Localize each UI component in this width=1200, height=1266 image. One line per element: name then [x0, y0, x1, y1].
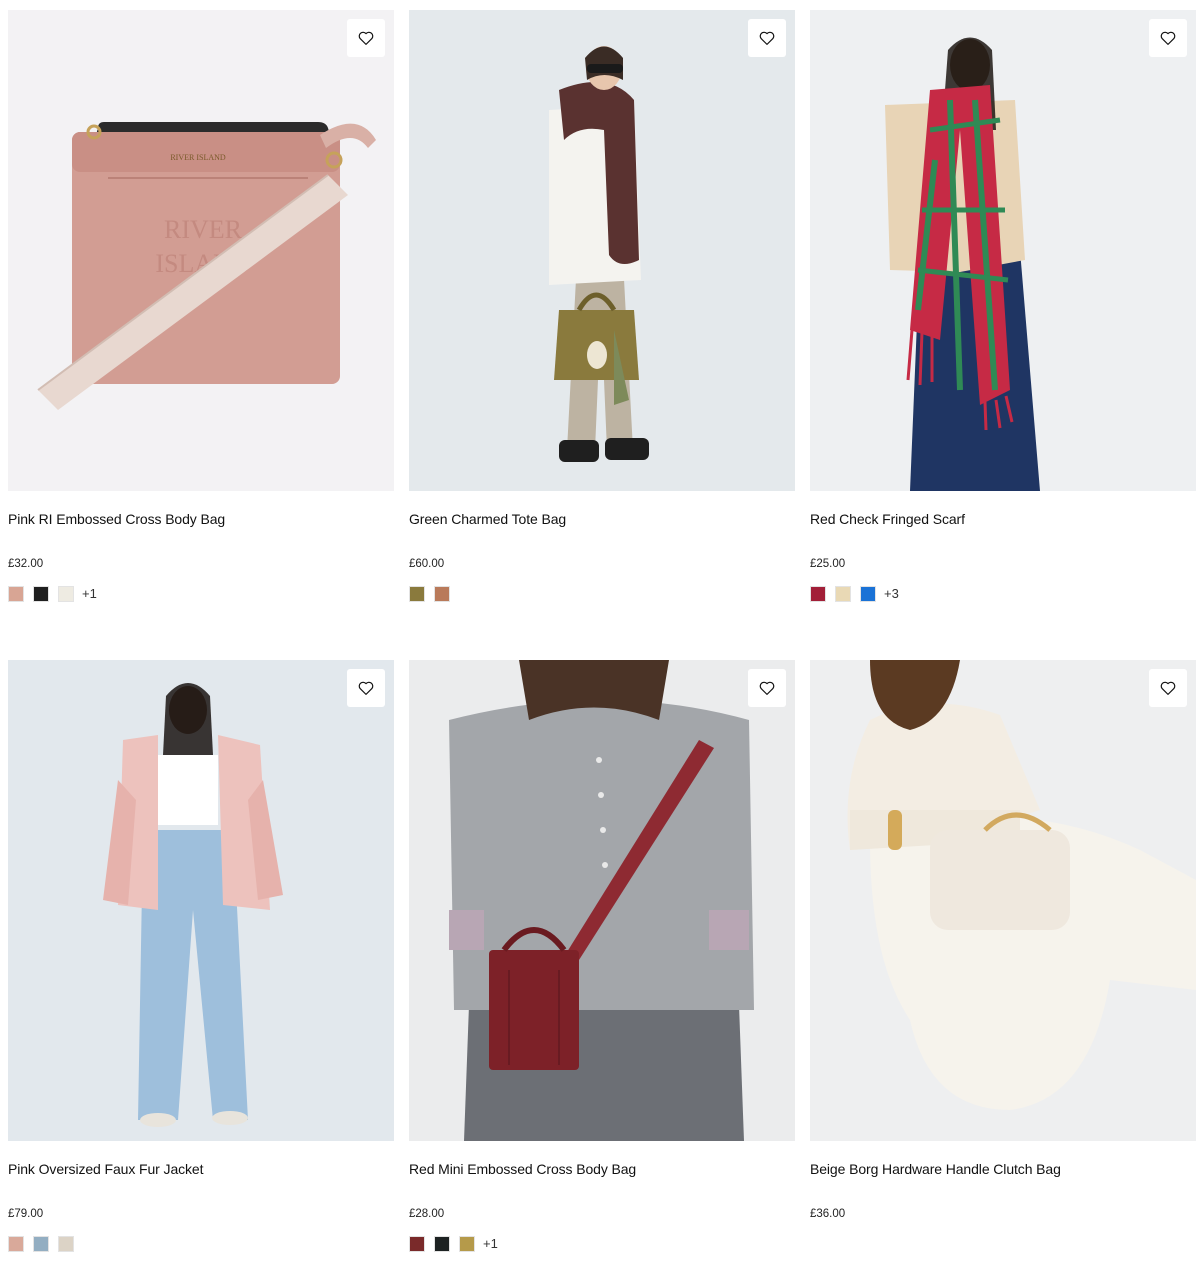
color-swatch[interactable]: [835, 585, 851, 602]
color-swatch[interactable]: [33, 585, 49, 602]
svg-text:RIVER: RIVER: [164, 215, 243, 244]
heart-outline-icon: [1160, 681, 1176, 695]
wishlist-button[interactable]: [1149, 669, 1187, 707]
product-price: £28.00: [409, 1208, 445, 1220]
product-image[interactable]: [409, 10, 795, 491]
color-swatch[interactable]: [434, 585, 450, 602]
color-swatches: [409, 585, 795, 602]
wishlist-button[interactable]: [748, 669, 786, 707]
color-swatch[interactable]: [860, 585, 876, 602]
product-price: £36.00: [810, 1208, 846, 1220]
product-card[interactable]: RIVER ISLAND RIVER ISLAND Pink RI Emboss…: [8, 10, 394, 602]
product-image[interactable]: [810, 10, 1196, 491]
color-swatch[interactable]: [459, 1235, 475, 1252]
heart-outline-icon: [759, 681, 775, 695]
color-swatch[interactable]: [58, 1235, 74, 1252]
color-swatch[interactable]: [434, 1235, 450, 1252]
product-card[interactable]: Green Charmed Tote Bag £60.00: [409, 10, 795, 602]
color-swatches: [8, 1235, 394, 1252]
product-photo-bag: RIVER ISLAND RIVER ISLAND: [8, 10, 394, 491]
product-card[interactable]: Red Check Fringed Scarf £25.00 +3: [810, 10, 1196, 602]
color-swatch[interactable]: [409, 585, 425, 602]
color-swatch[interactable]: [810, 585, 826, 602]
product-name[interactable]: Pink RI Embossed Cross Body Bag: [8, 510, 394, 528]
product-name[interactable]: Red Mini Embossed Cross Body Bag: [409, 1160, 795, 1178]
wishlist-button[interactable]: [748, 19, 786, 57]
product-photo-model-mini-bag: [409, 660, 795, 1141]
color-swatches: [810, 1235, 1196, 1252]
product-card[interactable]: Beige Borg Hardware Handle Clutch Bag £3…: [810, 660, 1196, 1252]
color-swatch[interactable]: [409, 1235, 425, 1252]
color-swatches: +1: [8, 585, 394, 602]
product-image[interactable]: RIVER ISLAND RIVER ISLAND: [8, 10, 394, 491]
product-name[interactable]: Pink Oversized Faux Fur Jacket: [8, 1160, 394, 1178]
color-swatch[interactable]: [58, 585, 74, 602]
color-swatch[interactable]: [33, 1235, 49, 1252]
product-photo-model-scarf: [810, 10, 1196, 491]
color-swatches: +3: [810, 585, 1196, 602]
product-card[interactable]: Red Mini Embossed Cross Body Bag £28.00 …: [409, 660, 795, 1252]
more-colors-count[interactable]: +3: [884, 586, 899, 601]
product-price: £60.00: [409, 558, 445, 570]
product-name[interactable]: Green Charmed Tote Bag: [409, 510, 795, 528]
product-price: £79.00: [8, 1208, 44, 1220]
product-photo-model-tote: [409, 10, 795, 491]
heart-outline-icon: [759, 31, 775, 45]
product-image[interactable]: [409, 660, 795, 1141]
product-photo-model-clutch: [810, 660, 1196, 1141]
more-colors-count[interactable]: +1: [82, 586, 97, 601]
product-price: £32.00: [8, 558, 44, 570]
heart-outline-icon: [1160, 31, 1176, 45]
wishlist-button[interactable]: [347, 19, 385, 57]
color-swatch[interactable]: [8, 1235, 24, 1252]
color-swatches: +1: [409, 1235, 795, 1252]
color-swatch[interactable]: [8, 585, 24, 602]
wishlist-button[interactable]: [1149, 19, 1187, 57]
product-image[interactable]: [8, 660, 394, 1141]
heart-outline-icon: [358, 31, 374, 45]
product-photo-model-jacket: [8, 660, 394, 1141]
more-colors-count[interactable]: +1: [483, 1236, 498, 1251]
product-name[interactable]: Beige Borg Hardware Handle Clutch Bag: [810, 1160, 1196, 1178]
svg-text:RIVER ISLAND: RIVER ISLAND: [170, 153, 226, 162]
product-grid: RIVER ISLAND RIVER ISLAND Pink RI Emboss…: [0, 0, 1200, 1266]
product-name[interactable]: Red Check Fringed Scarf: [810, 510, 1196, 528]
product-card[interactable]: Pink Oversized Faux Fur Jacket £79.00: [8, 660, 394, 1252]
heart-outline-icon: [358, 681, 374, 695]
wishlist-button[interactable]: [347, 669, 385, 707]
product-price: £25.00: [810, 558, 846, 570]
product-image[interactable]: [810, 660, 1196, 1141]
